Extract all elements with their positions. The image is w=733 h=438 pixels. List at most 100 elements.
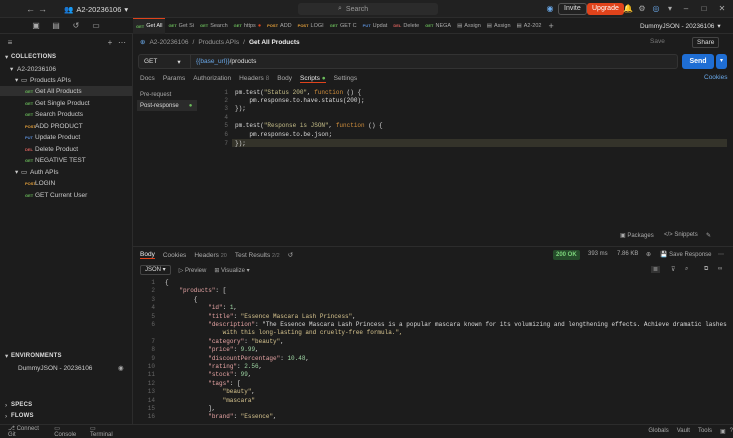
folder-icon[interactable]: ▭ (90, 20, 102, 32)
post-response-tab[interactable]: Post-response ● (137, 100, 197, 111)
tab-scripts[interactable]: Scripts ● (300, 75, 326, 83)
script-editor[interactable]: 1 pm.test("Status 200", function () { 2 p… (200, 86, 733, 231)
tab-search[interactable]: GET Search (197, 18, 231, 34)
tab-a2[interactable]: ▤ A2-202 (514, 18, 545, 34)
environment-item[interactable]: DummyJSON - 20236106 ◉ (0, 363, 132, 373)
preview-button[interactable]: ▷ Preview (179, 267, 207, 274)
cookies-link[interactable]: Cookies (704, 74, 727, 81)
gear-icon[interactable]: ⚙ (636, 3, 648, 15)
request-add-product[interactable]: POST ADD PRODUCT (0, 121, 132, 131)
back-icon[interactable]: ← (26, 4, 35, 14)
tab-get-single[interactable]: GET Get Si (165, 18, 197, 34)
connect-git-button[interactable]: ⎇ Connect Git (8, 425, 46, 438)
tab-assign-1[interactable]: ▤ Assign (454, 18, 484, 34)
request-get-current-user[interactable]: GET GET Current User (0, 190, 132, 200)
help-icon[interactable]: ? (730, 428, 733, 434)
history-icon[interactable]: ↺ (70, 20, 82, 32)
share-button[interactable]: Share (692, 37, 720, 48)
tab-update[interactable]: PUT Updat (360, 18, 391, 34)
tab-test-results[interactable]: Test Results 2/2 (235, 252, 280, 259)
avatar[interactable]: ◎ (650, 3, 662, 15)
bell-icon[interactable]: 🔔 (622, 3, 634, 15)
collections-icon[interactable]: ▣ (30, 20, 42, 32)
request-get-single-product[interactable]: GET Get Single Product (0, 98, 132, 108)
more-icon[interactable]: ⋯ (116, 37, 128, 49)
tab-assign-2[interactable]: ▤ Assign (484, 18, 514, 34)
minimize-icon[interactable]: – (680, 3, 692, 15)
method-select[interactable]: GET ▾ (139, 55, 191, 68)
chevron-down-icon[interactable]: ▾ (664, 3, 676, 15)
folder-auth[interactable]: ▾ ▭ Auth APIs (0, 167, 132, 177)
visualize-button[interactable]: ⊞ Visualize ▾ (214, 267, 249, 274)
send-button[interactable]: Send (682, 54, 714, 69)
breadcrumb-folder[interactable]: Products APIs (198, 39, 239, 46)
save-response-button[interactable]: 💾 Save Response (660, 251, 712, 258)
maximize-icon[interactable]: □ (698, 3, 710, 15)
invite-button[interactable]: Invite (558, 3, 587, 15)
search-icon[interactable]: ⌕ (685, 266, 688, 273)
format-select[interactable]: JSON ▾ (140, 265, 171, 275)
filter-icon[interactable]: ⊽ (671, 266, 675, 273)
vault-button[interactable]: Vault (677, 428, 690, 434)
tab-body[interactable]: Body (277, 75, 292, 82)
tab-authorization[interactable]: Authorization (193, 75, 231, 82)
save-button[interactable]: Save (650, 38, 665, 45)
globals-button[interactable]: Globals (648, 428, 668, 434)
flows-header[interactable]: › FLOWS (0, 411, 132, 421)
snippets-button[interactable]: </> Snippets (664, 232, 698, 238)
request-update-product[interactable]: PUT Update Product (0, 132, 132, 142)
terminal-button[interactable]: ▭ Terminal (90, 425, 118, 438)
layout-icon[interactable]: ▣ (720, 428, 726, 435)
tab-negative[interactable]: GET NEGA (422, 18, 454, 34)
tools-button[interactable]: Tools (698, 428, 712, 434)
tab-get-all[interactable]: GET Get All (133, 17, 166, 34)
history-icon[interactable]: ↺ (288, 251, 293, 259)
breadcrumb-collection[interactable]: A2-20236106 (149, 39, 188, 46)
new-tab-icon[interactable]: + (548, 21, 553, 31)
console-button[interactable]: ▭ Console (54, 425, 82, 438)
sync-icon[interactable]: ◉ (544, 3, 556, 15)
tab-response-headers[interactable]: Headers 20 (194, 252, 227, 259)
close-icon[interactable]: ✕ (716, 3, 728, 15)
wrap-icon[interactable]: ≣ (651, 266, 661, 273)
tab-docs[interactable]: Docs (140, 75, 155, 82)
pre-request-tab[interactable]: Pre-request (137, 89, 197, 100)
forward-icon[interactable]: → (38, 4, 47, 14)
folder-products[interactable]: ▾ ▭ Products APIs (0, 75, 132, 85)
search-input[interactable]: ⌕ Search (298, 3, 438, 15)
more-icon[interactable]: ⋯ (718, 251, 724, 258)
environment-selector[interactable]: DummyJSON - 20236106 ▾ (640, 18, 721, 34)
filter-icon[interactable]: ≡ (4, 37, 16, 49)
chevron-down-icon[interactable]: ▾ (716, 54, 727, 69)
tab-response-body[interactable]: Body (140, 251, 155, 259)
tab-settings[interactable]: Settings (334, 75, 358, 82)
copy-icon[interactable]: ⧉ (704, 266, 708, 273)
packages-button[interactable]: ▣ Packages (620, 232, 654, 239)
add-icon[interactable]: + (104, 37, 116, 49)
request-get-all-products[interactable]: GET Get All Products (0, 86, 132, 96)
link-icon[interactable]: ∞ (718, 266, 722, 272)
upgrade-button[interactable]: Upgrade (587, 3, 624, 15)
tab-https[interactable]: GET https ● (231, 18, 265, 34)
response-size: 7.86 KB (617, 251, 639, 257)
tab-delete[interactable]: DEL Delete (390, 18, 422, 34)
tab-get-current[interactable]: GET GET C (327, 18, 360, 34)
environments-icon[interactable]: ▤ (50, 20, 62, 32)
collection-item[interactable]: ▾ A2-20236106 (0, 64, 132, 74)
request-negative-test[interactable]: GET NEGATIVE TEST (0, 155, 132, 165)
request-login[interactable]: POST LOGIN (0, 178, 132, 188)
tab-login[interactable]: POST LOGI (295, 18, 327, 34)
workspace-switcher[interactable]: 👥 A2-20236106 ▾ (64, 3, 128, 15)
globe-icon[interactable]: ⊕ (646, 251, 651, 258)
url-input[interactable]: {{base_url}}/products (191, 58, 256, 65)
collections-header[interactable]: ▾ COLLECTIONS (0, 52, 132, 62)
request-search-products[interactable]: GET Search Products (0, 109, 132, 119)
specs-header[interactable]: › SPECS (0, 400, 132, 410)
request-delete-product[interactable]: DEL Delete Product (0, 144, 132, 154)
wand-icon[interactable]: ✎ (706, 232, 711, 239)
tab-params[interactable]: Params (163, 75, 185, 82)
tab-response-cookies[interactable]: Cookies (163, 252, 186, 259)
environments-header[interactable]: ▾ ENVIRONMENTS (0, 351, 132, 361)
tab-headers[interactable]: Headers 8 (239, 75, 269, 82)
tab-add[interactable]: POST ADD (264, 18, 295, 34)
